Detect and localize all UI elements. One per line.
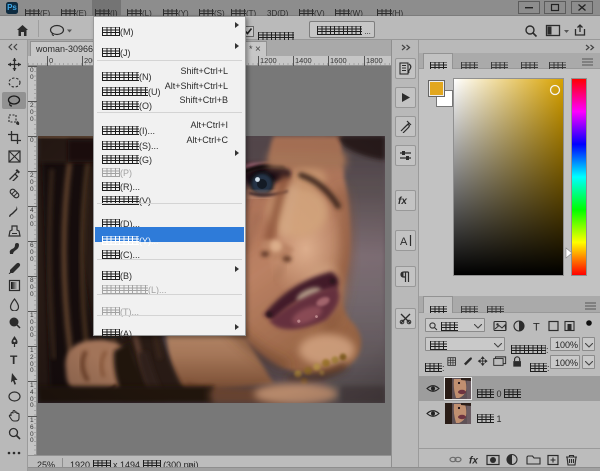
svg-text:fx: fx [469, 456, 478, 467]
svg-text:A: A [400, 236, 408, 247]
svg-text:T: T [10, 353, 18, 366]
svg-text:T: T [533, 322, 540, 333]
svg-text:fx: fx [398, 196, 407, 206]
